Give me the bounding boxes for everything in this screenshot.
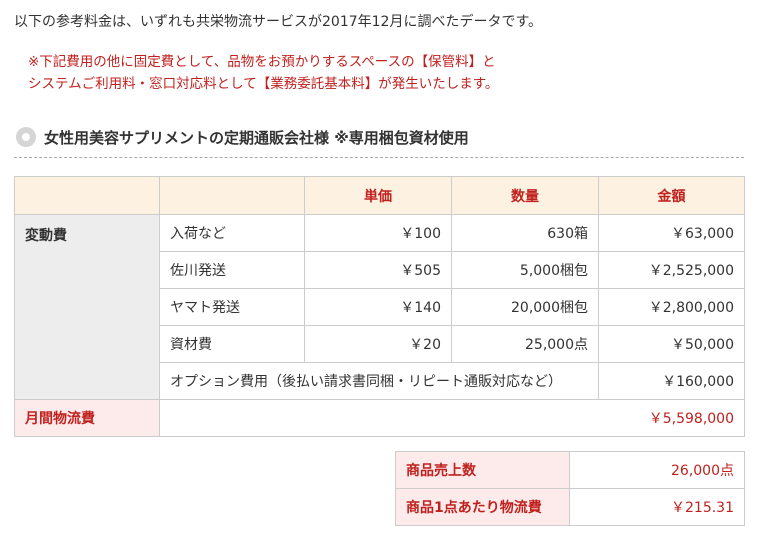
option-amount: ￥160,000 (598, 362, 745, 400)
section-header: 女性用美容サプリメントの定期通販会社様 ※専用梱包資材使用 (14, 125, 744, 158)
row-unit-price: ￥505 (304, 251, 452, 289)
row-unit-price: ￥20 (304, 325, 452, 363)
sales-count-label: 商品売上数 (395, 451, 570, 489)
row-quantity: 20,000梱包 (451, 288, 599, 326)
table-row: 変動費 入荷など ￥100 630箱 ￥63,000 (14, 214, 745, 400)
row-item: 入荷など (159, 214, 305, 252)
note-line-1: ※下記費用の他に固定費として、品物をお預かりするスペースの【保管料】と (28, 54, 496, 70)
monthly-logistics-cost-value: ￥5,598,000 (159, 399, 745, 437)
per-item-cost-value: ￥215.31 (569, 488, 745, 526)
header-quantity: 数量 (451, 176, 599, 215)
per-item-cost-label: 商品1点あたり物流費 (395, 488, 570, 526)
row-amount: ￥2,800,000 (598, 288, 745, 326)
note-line-2: システムご利用料・窓口対応料として【業務委託基本料】が発生いたします。 (28, 76, 499, 92)
total-row: 月間物流費 ￥5,598,000 (14, 399, 745, 437)
row-quantity: 25,000点 (451, 325, 599, 363)
summary-table: 商品売上数 26,000点 商品1点あたり物流費 ￥215.31 (395, 451, 745, 526)
monthly-logistics-cost-label: 月間物流費 (14, 399, 160, 437)
table-header-row: 単価 数量 金額 (14, 176, 745, 215)
header-empty-cell (14, 176, 160, 215)
header-empty-cell (159, 176, 305, 215)
section-title: 女性用美容サプリメントの定期通販会社様 ※専用梱包資材使用 (44, 129, 469, 147)
summary-row: 商品売上数 26,000点 (395, 451, 745, 489)
circle-bullet-icon (16, 127, 36, 147)
row-amount: ￥63,000 (598, 214, 745, 252)
variable-cost-label: 変動費 (14, 214, 160, 400)
sales-count-value: 26,000点 (569, 451, 745, 489)
row-unit-price: ￥140 (304, 288, 452, 326)
row-amount: ￥2,525,000 (598, 251, 745, 289)
intro-text: 以下の参考料金は、いずれも共栄物流サービスが2017年12月に調べたデータです。 (14, 14, 543, 30)
row-item: 佐川発送 (159, 251, 305, 289)
cost-table: 単価 数量 金額 変動費 入荷など ￥100 630箱 ￥63,000 佐川発送… (14, 176, 745, 437)
fixed-cost-note: ※下記費用の他に固定費として、品物をお預かりするスペースの【保管料】と システム… (28, 51, 498, 95)
option-item: オプション費用（後払い請求書同梱・リピート通販対応など） (159, 362, 599, 400)
row-item: 資材費 (159, 325, 305, 363)
row-item: ヤマト発送 (159, 288, 305, 326)
row-quantity: 630箱 (451, 214, 599, 252)
row-quantity: 5,000梱包 (451, 251, 599, 289)
header-unit-price: 単価 (304, 176, 452, 215)
summary-row: 商品1点あたり物流費 ￥215.31 (395, 488, 745, 526)
row-amount: ￥50,000 (598, 325, 745, 363)
header-amount: 金額 (598, 176, 745, 215)
row-unit-price: ￥100 (304, 214, 452, 252)
